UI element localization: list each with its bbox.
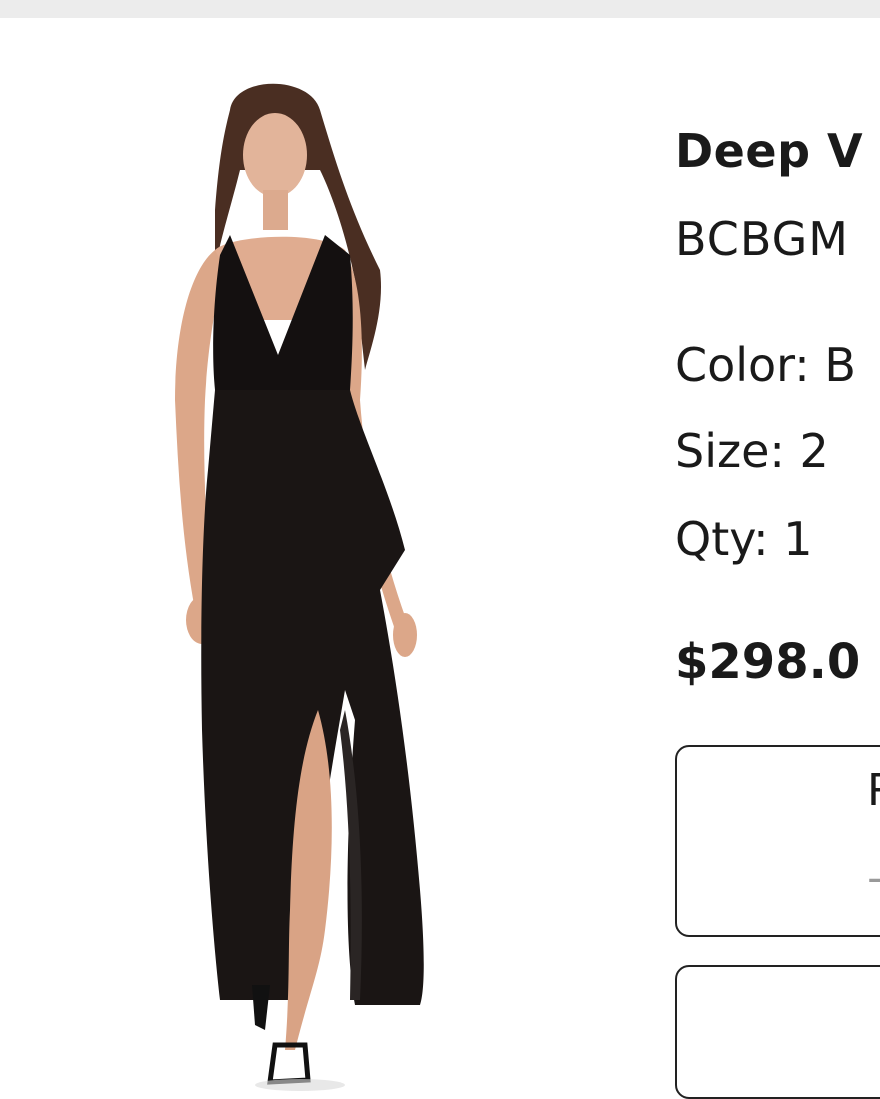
dress-model-illustration [175,83,424,1091]
secondary-action-button[interactable] [675,965,880,1099]
product-image[interactable] [120,70,480,1099]
product-details: Deep V BCBGM Color: B Size: 2 Qty: 1 $29… [675,0,880,1099]
product-title[interactable]: Deep V [675,124,863,178]
product-qty: Qty: 1 [675,512,813,566]
product-brand[interactable]: BCBGM [675,212,849,266]
primary-action-button[interactable]: R → [675,745,880,937]
arrow-icon: → [867,857,880,903]
product-color: Color: B [675,338,856,392]
primary-action-label: R [867,765,880,816]
product-size: Size: 2 [675,424,829,478]
product-price: $298.0 [675,634,861,690]
